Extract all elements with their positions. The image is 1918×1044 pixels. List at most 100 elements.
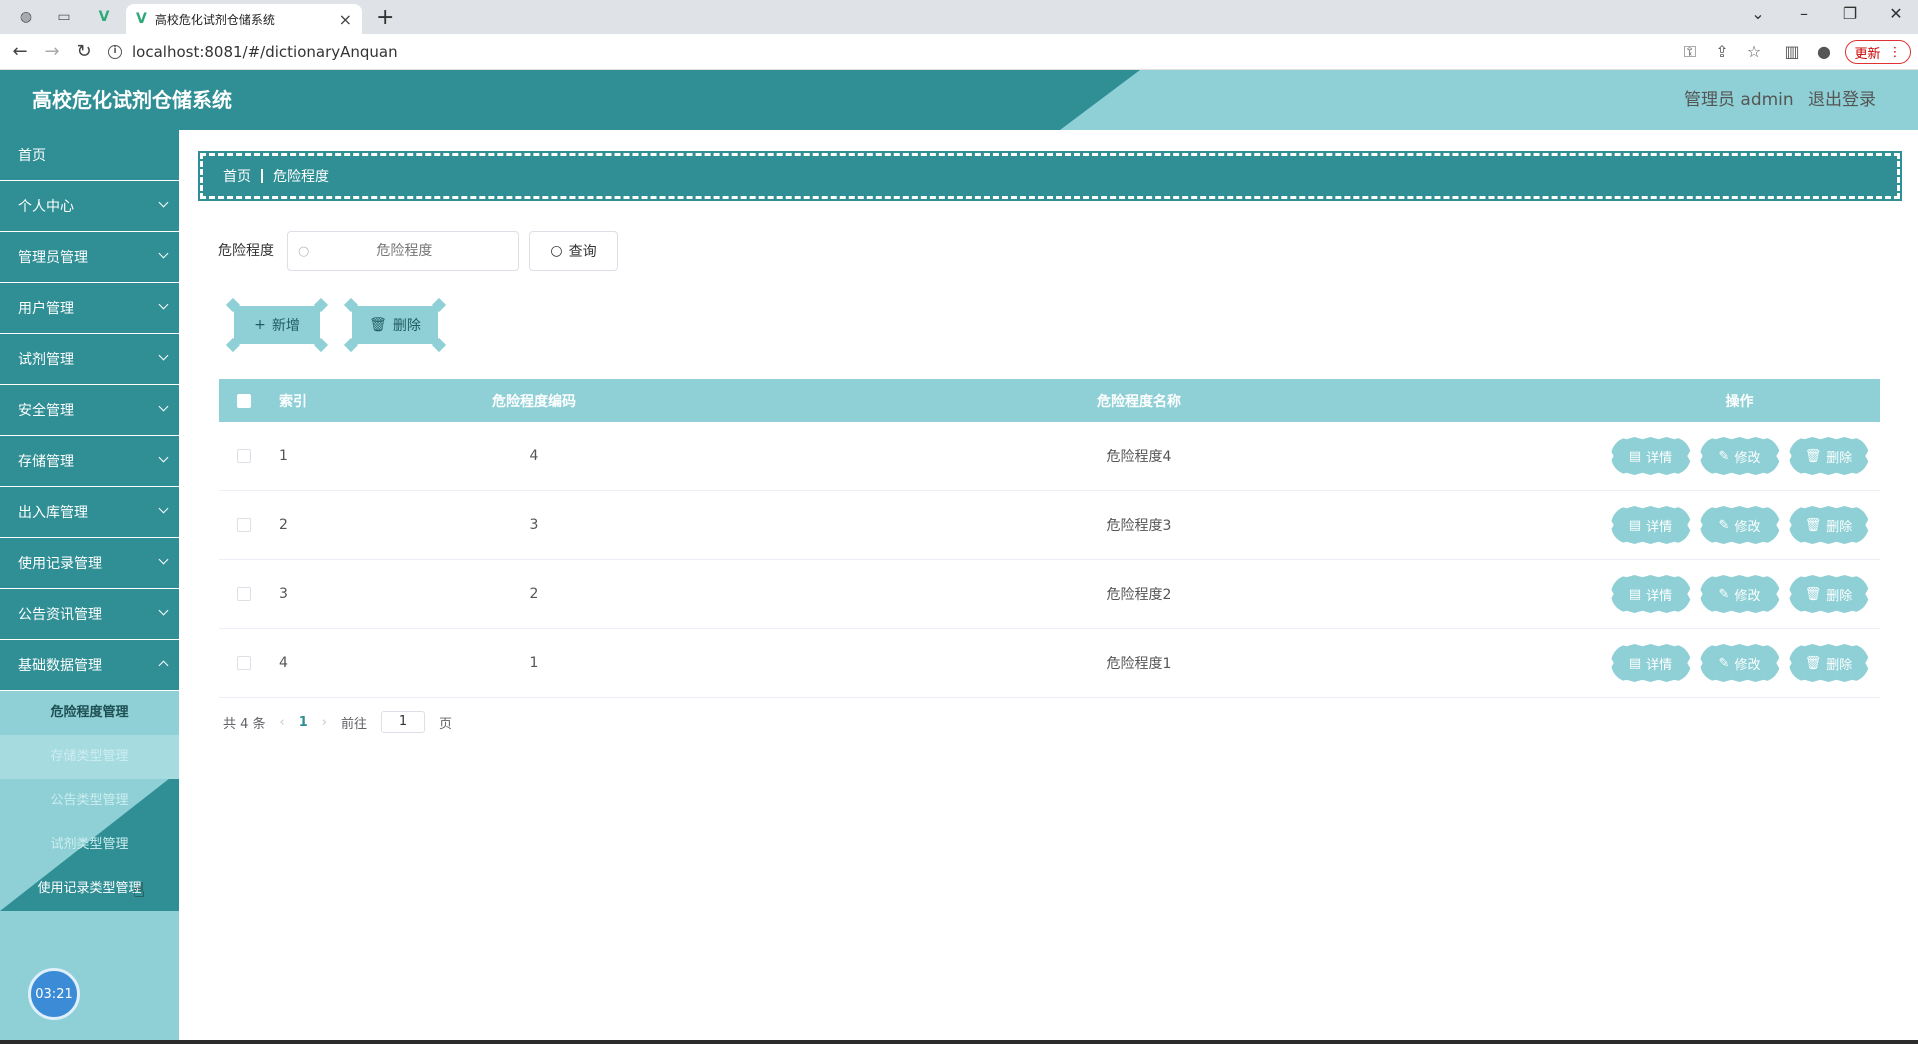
row-checkbox[interactable] — [237, 656, 251, 670]
submenu-item-notice-type[interactable]: 公告类型管理 — [0, 779, 179, 823]
submenu-item-usage-type[interactable]: 使用记录类型管理 — [0, 867, 179, 911]
current-user: 管理员 admin — [1684, 90, 1794, 110]
row-checkbox[interactable] — [237, 449, 251, 463]
table-row: 2 3 危险程度3 ▤ 详情 ✎ 修改 🗑 删除 — [219, 491, 1880, 560]
edit-button[interactable]: ✎ 修改 — [1699, 506, 1780, 544]
cell-name: 危险程度4 — [1106, 449, 1172, 465]
globe-tab-icon[interactable]: ◍ — [14, 6, 38, 28]
profile-icon[interactable]: ● — [1813, 42, 1835, 61]
sidebar-item-inout[interactable]: 出入库管理 — [0, 487, 179, 538]
sidebar-item-home[interactable]: 首页 — [0, 130, 179, 181]
sidebar-item-safety[interactable]: 安全管理 — [0, 385, 179, 436]
delete-button[interactable]: 🗑 删除 — [1788, 644, 1869, 682]
detail-button[interactable]: ▤ 详情 — [1610, 506, 1691, 544]
search-icon: ○ — [550, 243, 563, 259]
chevron-down-icon — [158, 401, 169, 412]
breadcrumb-home[interactable]: 首页 — [223, 166, 251, 186]
info-icon[interactable]: i — [108, 45, 122, 59]
sidebar-item-basedata[interactable]: 基础数据管理 — [0, 640, 179, 691]
sidebar-item-profile[interactable]: 个人中心 — [0, 181, 179, 232]
edit-button[interactable]: ✎ 修改 — [1699, 644, 1780, 682]
pencil-icon: ✎ — [1718, 517, 1730, 533]
batch-delete-button[interactable]: 🗑 删除 — [343, 297, 447, 353]
row-check-cell — [219, 656, 269, 670]
document-icon: ▤ — [1628, 586, 1642, 602]
edit-button[interactable]: ✎ 修改 — [1699, 575, 1780, 613]
search-input[interactable] — [309, 242, 500, 260]
detail-label: 详情 — [1646, 657, 1673, 673]
delete-button[interactable]: 🗑 删除 — [1788, 575, 1869, 613]
submenu-item-danger-level[interactable]: 危险程度管理 — [0, 691, 179, 735]
blank-tab-icon[interactable]: ▭ — [52, 6, 76, 28]
page-jump-input[interactable]: 1 — [381, 711, 426, 733]
update-button[interactable]: 更新 ⋮ — [1845, 40, 1911, 64]
cell-code: 2 — [529, 586, 539, 602]
search-input-wrapper[interactable]: ○ — [287, 231, 519, 271]
sidebar: 首页 个人中心 管理员管理 用户管理 试剂管理 安全管理 存储管理 出入库管理 … — [0, 130, 179, 1044]
pencil-icon: ✎ — [1718, 448, 1730, 464]
sidebar-item-admins[interactable]: 管理员管理 — [0, 232, 179, 283]
chevron-down-icon[interactable]: ⌄ — [1738, 4, 1778, 23]
browser-tab-active[interactable]: V 高校危化试剂仓储系统 × — [126, 4, 362, 34]
cell-ops: ▤ 详情 ✎ 修改 🗑 删除 — [1599, 437, 1880, 475]
cell-code: 3 — [529, 517, 539, 533]
key-icon[interactable]: ⚿ — [1679, 42, 1701, 62]
sidepanel-icon[interactable]: ▥ — [1781, 42, 1803, 61]
row-checkbox[interactable] — [237, 518, 251, 532]
corner-decoration — [313, 337, 329, 353]
sidebar-item-reagents[interactable]: 试剂管理 — [0, 334, 179, 385]
page-number-current[interactable]: 1 — [299, 715, 308, 730]
star-icon[interactable]: ☆ — [1743, 42, 1765, 61]
reload-icon[interactable]: ↻ — [72, 41, 96, 62]
url-field[interactable]: i localhost:8081/#/dictionaryAnquan — [108, 39, 1668, 65]
restore-icon[interactable]: ❐ — [1830, 4, 1870, 23]
submenu-item-storage-type[interactable]: 存储类型管理 — [0, 735, 179, 779]
sidebar-item-label: 安全管理 — [18, 403, 74, 419]
edit-button[interactable]: ✎ 修改 — [1699, 437, 1780, 475]
vue-logo-icon: V — [136, 11, 147, 27]
sidebar-item-users[interactable]: 用户管理 — [0, 283, 179, 334]
detail-button[interactable]: ▤ 详情 — [1610, 644, 1691, 682]
add-button[interactable]: + 新增 — [225, 297, 329, 353]
delete-button[interactable]: 🗑 删除 — [1788, 506, 1869, 544]
detail-button[interactable]: ▤ 详情 — [1610, 575, 1691, 613]
table-row: 3 2 危险程度2 ▤ 详情 ✎ 修改 🗑 删除 — [219, 560, 1880, 629]
chevron-down-icon — [158, 248, 169, 259]
logout-link[interactable]: 退出登录 — [1808, 70, 1876, 130]
url-text: localhost:8081/#/dictionaryAnquan — [132, 43, 398, 61]
pencil-icon: ✎ — [1718, 586, 1730, 602]
close-icon[interactable]: × — [339, 10, 352, 29]
query-button[interactable]: ○ 查询 — [529, 231, 618, 271]
submenu-item-reagent-type[interactable]: 试剂类型管理 — [0, 823, 179, 867]
trash-icon: 🗑 — [1804, 586, 1822, 602]
minimize-icon[interactable]: – — [1784, 4, 1824, 23]
row-checkbox[interactable] — [237, 587, 251, 601]
corner-decoration — [225, 297, 241, 313]
window-close-icon[interactable]: ✕ — [1876, 4, 1916, 23]
select-all-cell — [219, 393, 269, 408]
next-page-icon[interactable]: › — [322, 715, 327, 730]
sidebar-item-storage[interactable]: 存储管理 — [0, 436, 179, 487]
more-icon: ⋮ — [1888, 44, 1902, 60]
delete-label: 删除 — [1826, 519, 1853, 535]
edit-label: 修改 — [1734, 588, 1761, 604]
prev-page-icon[interactable]: ‹ — [280, 715, 285, 730]
chevron-up-icon — [158, 660, 169, 671]
vue-tab-icon[interactable]: V — [92, 6, 116, 28]
row-check-cell — [219, 449, 269, 463]
sidebar-item-usage[interactable]: 使用记录管理 — [0, 538, 179, 589]
delete-button[interactable]: 🗑 删除 — [1788, 437, 1869, 475]
select-all-checkbox[interactable] — [237, 393, 251, 408]
back-icon[interactable]: ← — [8, 41, 32, 62]
clock-widget[interactable]: 03:21 — [28, 968, 80, 1020]
new-tab-icon[interactable]: + — [376, 5, 394, 30]
detail-button[interactable]: ▤ 详情 — [1610, 437, 1691, 475]
forward-icon[interactable]: → — [40, 41, 64, 62]
address-bar: ← → ↻ i localhost:8081/#/dictionaryAnqua… — [0, 34, 1918, 70]
pagination: 共 4 条 ‹ 1 › 前往 1 页 — [223, 711, 452, 733]
sidebar-item-notices[interactable]: 公告资讯管理 — [0, 589, 179, 640]
cell-index: 4 — [279, 655, 288, 671]
sidebar-item-label: 出入库管理 — [18, 505, 88, 521]
share-icon[interactable]: ⇪ — [1711, 42, 1733, 61]
sidebar-item-label: 用户管理 — [18, 301, 74, 317]
